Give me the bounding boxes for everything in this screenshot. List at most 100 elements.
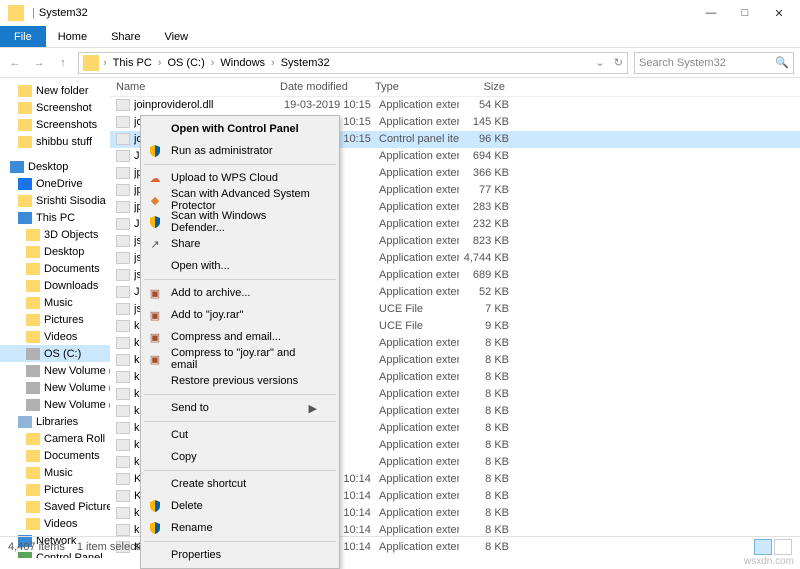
menu-label: Upload to WPS Cloud: [171, 172, 278, 184]
sidebar-item[interactable]: Libraries: [0, 413, 110, 430]
sidebar-label: OS (C:): [44, 348, 81, 360]
file-icon: [116, 388, 130, 400]
menu-item[interactable]: Rename: [143, 517, 337, 539]
file-type: Application extens...: [379, 354, 459, 366]
menu-item[interactable]: Run as administrator: [143, 140, 337, 162]
sidebar-item[interactable]: New Volume (F: [0, 396, 110, 413]
sidebar-label: New folder: [36, 85, 89, 97]
menu-item[interactable]: Properties: [143, 544, 337, 566]
menu-label: Share: [171, 238, 200, 250]
menu-item[interactable]: ▣Compress to "joy.rar" and email: [143, 348, 337, 370]
file-size: 283 KB: [459, 201, 519, 213]
column-headers[interactable]: Name Date modified Type Size: [110, 78, 800, 97]
sidebar-item[interactable]: Screenshot: [0, 99, 110, 116]
menu-icon: ◆: [147, 192, 163, 208]
sidebar-label: Videos: [44, 518, 77, 530]
sidebar-item[interactable]: Music: [0, 464, 110, 481]
menu-item[interactable]: Delete: [143, 495, 337, 517]
file-row[interactable]: joinproviderol.dll19-03-2019 10:15Applic…: [110, 97, 800, 114]
col-type[interactable]: Type: [375, 81, 455, 93]
view-tab[interactable]: View: [152, 26, 200, 47]
sidebar-label: Screenshot: [36, 102, 92, 114]
menu-item[interactable]: Scan with Windows Defender...: [143, 211, 337, 233]
file-size: 8 KB: [459, 507, 519, 519]
col-date[interactable]: Date modified: [280, 81, 375, 93]
sidebar-item[interactable]: 3D Objects: [0, 226, 110, 243]
thumbnail-view-button[interactable]: [774, 539, 792, 555]
sidebar-label: Saved Pictures: [44, 501, 110, 513]
menu-item[interactable]: ▣Add to archive...: [143, 282, 337, 304]
sidebar-item[interactable]: This PC: [0, 209, 110, 226]
share-tab[interactable]: Share: [99, 26, 152, 47]
file-size: 8 KB: [459, 405, 519, 417]
breadcrumb-seg[interactable]: Windows: [216, 57, 269, 69]
col-name[interactable]: Name: [110, 81, 280, 93]
sidebar-item[interactable]: Srishti Sisodia: [0, 192, 110, 209]
sidebar-item[interactable]: Desktop: [0, 243, 110, 260]
file-size: 145 KB: [459, 116, 519, 128]
status-items: 4,407 items: [8, 541, 65, 553]
sidebar-item[interactable]: New folder: [0, 82, 110, 99]
sidebar-item[interactable]: Pictures: [0, 481, 110, 498]
details-view-button[interactable]: [754, 539, 772, 555]
sidebar-item[interactable]: Documents: [0, 447, 110, 464]
drive-icon: [26, 382, 40, 394]
menu-item[interactable]: Open with Control Panel: [143, 118, 337, 140]
sidebar-item[interactable]: Music: [0, 294, 110, 311]
nav-bar: ← → ↑ › This PC› OS (C:)› Windows› Syste…: [0, 48, 800, 78]
sidebar-item[interactable]: New Volume (E: [0, 379, 110, 396]
menu-item[interactable]: Open with...: [143, 255, 337, 277]
up-button[interactable]: ↑: [54, 54, 72, 72]
breadcrumb-seg[interactable]: OS (C:): [163, 57, 208, 69]
col-size[interactable]: Size: [455, 81, 515, 93]
sidebar-item[interactable]: Desktop: [0, 158, 110, 175]
sidebar-item[interactable]: shibbu stuff: [0, 133, 110, 150]
folder-icon: [26, 450, 40, 462]
maximize-button[interactable]: □: [728, 1, 762, 25]
sidebar-label: 3D Objects: [44, 229, 98, 241]
sidebar-item[interactable]: Downloads: [0, 277, 110, 294]
file-size: 52 KB: [459, 286, 519, 298]
breadcrumb-seg[interactable]: System32: [277, 57, 334, 69]
file-type: UCE File: [379, 320, 459, 332]
menu-item[interactable]: Send to▶: [143, 397, 337, 419]
file-size: 77 KB: [459, 184, 519, 196]
breadcrumb[interactable]: › This PC› OS (C:)› Windows› System32 ⌄ …: [78, 52, 628, 74]
file-type: Control panel item: [379, 133, 459, 145]
folder-icon: [18, 136, 32, 148]
menu-item[interactable]: Restore previous versions: [143, 370, 337, 392]
sidebar-item[interactable]: OneDrive: [0, 175, 110, 192]
menu-item[interactable]: ◆Scan with Advanced System Protector: [143, 189, 337, 211]
menu-item[interactable]: ☁Upload to WPS Cloud: [143, 167, 337, 189]
separator: |: [32, 7, 35, 19]
sidebar-item[interactable]: Screenshots: [0, 116, 110, 133]
menu-item[interactable]: Create shortcut: [143, 473, 337, 495]
home-tab[interactable]: Home: [46, 26, 99, 47]
back-button[interactable]: ←: [6, 54, 24, 72]
file-type: Application extens...: [379, 286, 459, 298]
sidebar-item[interactable]: Videos: [0, 328, 110, 345]
breadcrumb-seg[interactable]: This PC: [109, 57, 156, 69]
sidebar-label: Videos: [44, 331, 77, 343]
sidebar-item[interactable]: Pictures: [0, 311, 110, 328]
sidebar-item[interactable]: Saved Pictures: [0, 498, 110, 515]
file-tab[interactable]: File: [0, 26, 46, 47]
menu-item[interactable]: Copy: [143, 446, 337, 468]
sidebar-item[interactable]: Camera Roll: [0, 430, 110, 447]
sidebar-item[interactable]: Videos: [0, 515, 110, 532]
sidebar-item[interactable]: New Volume (D: [0, 362, 110, 379]
minimize-button[interactable]: —: [694, 1, 728, 25]
close-button[interactable]: ✕: [762, 1, 796, 25]
file-type: Application extens...: [379, 337, 459, 349]
lib-icon: [18, 416, 32, 428]
menu-label: Scan with Windows Defender...: [171, 210, 317, 234]
menu-item[interactable]: ▣Compress and email...: [143, 326, 337, 348]
sidebar-item[interactable]: OS (C:): [0, 345, 110, 362]
forward-button[interactable]: →: [30, 54, 48, 72]
menu-icon: ▣: [147, 351, 163, 367]
menu-item[interactable]: Cut: [143, 424, 337, 446]
menu-item[interactable]: ↗Share: [143, 233, 337, 255]
sidebar-item[interactable]: Documents: [0, 260, 110, 277]
menu-item[interactable]: ▣Add to "joy.rar": [143, 304, 337, 326]
search-input[interactable]: Search System32 🔍: [634, 52, 794, 74]
